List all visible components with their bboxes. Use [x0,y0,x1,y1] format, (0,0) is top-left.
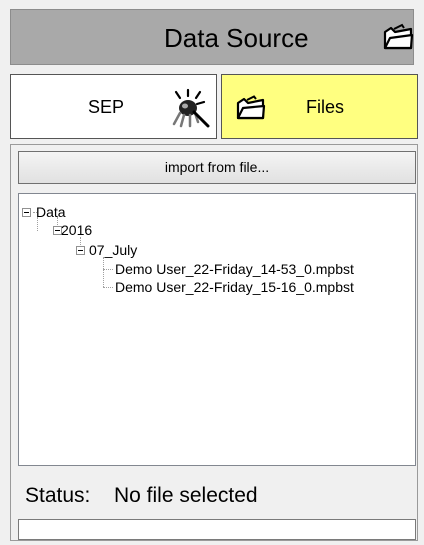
tree-node-file[interactable]: Demo User_22-Friday_15-16_0.mpbst [115,279,354,295]
sep-probe-icon [172,88,210,128]
file-tree[interactable]: Data 2016 07_July Demo User_22-Friday_14… [18,193,416,466]
tab-sep-label: SEP [88,97,125,117]
tree-connector [103,257,104,287]
folder-open-icon[interactable] [381,23,415,51]
status-label: Status: [25,484,91,507]
import-from-file-button[interactable]: import from file... [18,151,416,184]
tree-node-file[interactable]: Demo User_22-Friday_14-53_0.mpbst [115,261,354,277]
collapse-icon[interactable] [22,208,31,217]
header-title: Data Source [164,23,309,53]
status-progress-field [18,519,416,540]
tree-node-root[interactable]: Data [36,204,66,220]
tab-files-label: Files [306,97,345,117]
tab-sep[interactable]: SEP [10,74,217,139]
tree-node-month[interactable]: 07_July [89,242,137,258]
tree-node-year[interactable]: 2016 [61,222,92,238]
data-source-header: Data Source [10,9,414,65]
status-value: No file selected [114,484,258,507]
tab-files[interactable]: Files [221,74,418,139]
tree-connector [103,269,113,270]
tree-connector [103,287,113,288]
folder-open-icon [236,95,266,120]
collapse-icon[interactable] [76,246,85,255]
